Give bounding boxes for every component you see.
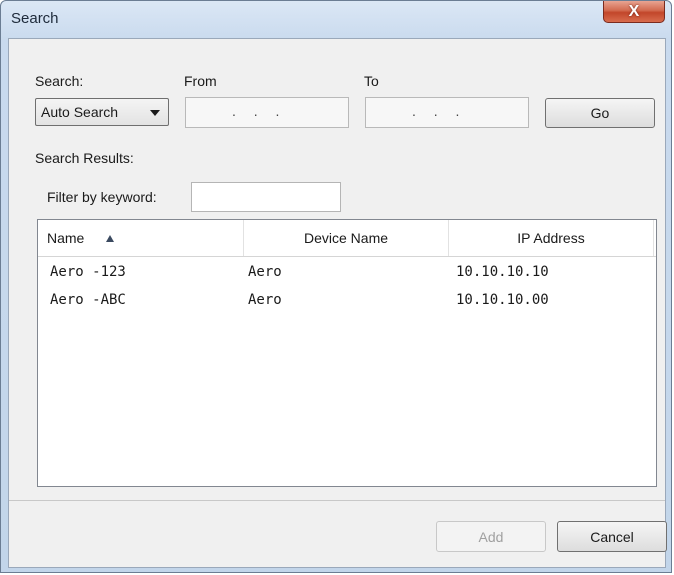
cancel-button[interactable]: Cancel [557, 521, 667, 552]
close-button[interactable]: X [603, 1, 665, 23]
go-button[interactable]: Go [545, 98, 655, 128]
search-mode-label: Search: [35, 73, 84, 89]
search-mode-dropdown[interactable]: Auto Search [35, 98, 169, 126]
dialog-body: Search: From To Auto Search . . . . . . … [8, 38, 667, 568]
search-mode-value: Auto Search [41, 104, 119, 120]
chevron-down-icon [150, 110, 160, 116]
to-label: To [364, 73, 379, 89]
sort-ascending-icon [106, 234, 115, 242]
column-header-device-name-label: Device Name [303, 230, 389, 246]
cell-device-name: Aero [248, 264, 282, 280]
cell-name: Aero -ABC [50, 292, 126, 308]
column-header-ip-address-label: IP Address [517, 230, 585, 246]
close-icon: X [628, 2, 640, 20]
filter-label: Filter by keyword: [47, 189, 157, 205]
to-ip-field[interactable]: . . . [365, 97, 529, 128]
column-header-name[interactable]: Name [38, 220, 244, 256]
table-row[interactable]: Aero -ABC Aero 10.10.10.00 [38, 286, 656, 316]
to-ip-separators: . . . [412, 103, 460, 119]
column-header-ip-address[interactable]: IP Address [449, 220, 654, 256]
from-label: From [184, 73, 217, 89]
column-header-device-name[interactable]: Device Name [244, 220, 449, 256]
window-title: Search [11, 10, 59, 27]
search-results-label: Search Results: [35, 150, 134, 166]
cell-ip-address: 10.10.10.00 [456, 292, 549, 308]
cell-name: Aero -123 [50, 264, 126, 280]
results-list[interactable]: Name Device Name IP Address Aero -123 Ae… [37, 219, 657, 487]
table-row[interactable]: Aero -123 Aero 10.10.10.10 [38, 258, 656, 288]
filter-input[interactable] [191, 182, 341, 212]
column-header-name-label: Name [47, 230, 85, 246]
cell-ip-address: 10.10.10.10 [456, 264, 549, 280]
cell-device-name: Aero [248, 292, 282, 308]
add-button[interactable]: Add [436, 521, 546, 552]
title-bar[interactable]: Search X [1, 1, 671, 37]
search-dialog: Search X Search: From To Auto Search . .… [0, 0, 672, 573]
list-header: Name Device Name IP Address [38, 220, 656, 257]
from-ip-field[interactable]: . . . [185, 97, 349, 128]
from-ip-separators: . . . [232, 103, 280, 119]
footer-divider [9, 500, 665, 501]
